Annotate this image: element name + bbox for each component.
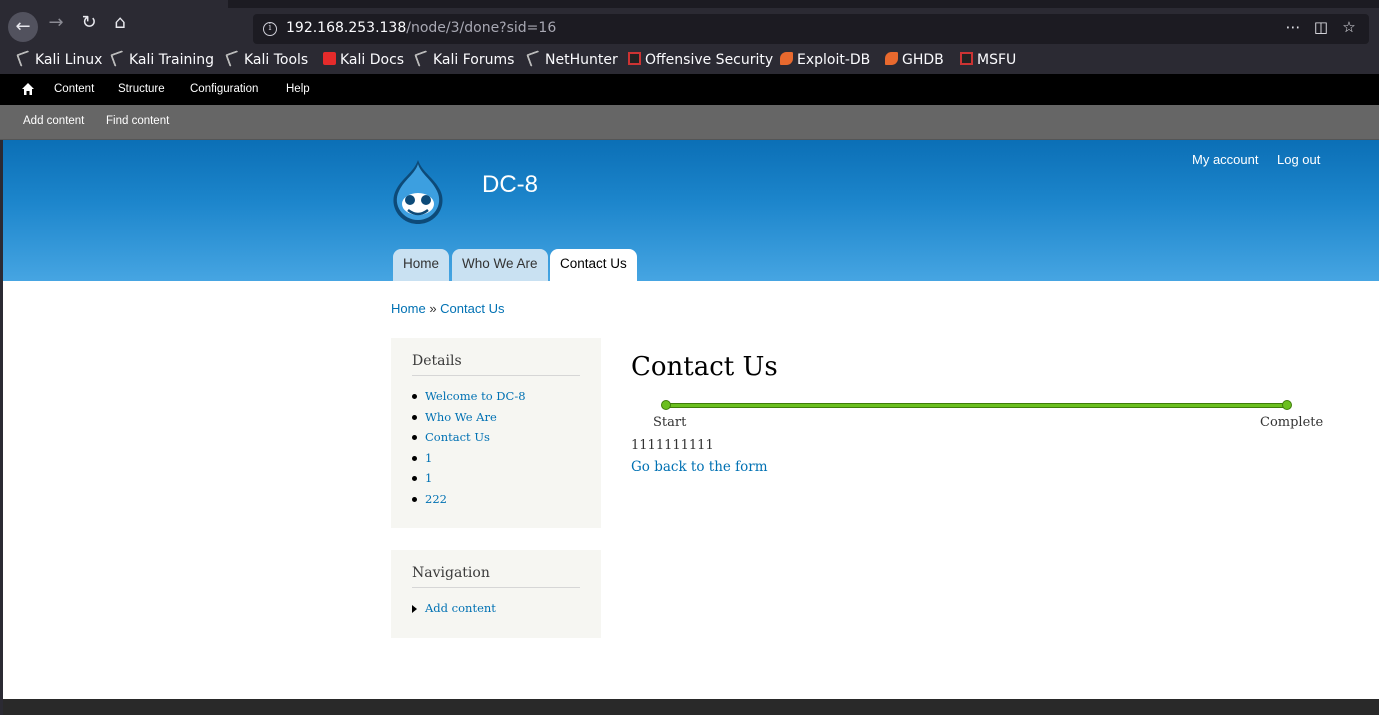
bookmark-msfu[interactable]: MSFU bbox=[960, 52, 1016, 70]
progress-start-dot bbox=[661, 400, 671, 410]
bookmark-ghdb[interactable]: GHDB bbox=[885, 52, 944, 70]
progress-bar bbox=[665, 403, 1289, 408]
tab-contact-us[interactable]: Contact Us bbox=[550, 249, 637, 281]
bookmark-kali-forums[interactable]: Kali Forums bbox=[414, 50, 515, 70]
bookmark-kali-training[interactable]: Kali Training bbox=[110, 50, 214, 70]
list-item[interactable]: 1 bbox=[412, 468, 580, 489]
bookmark-label: Kali Training bbox=[129, 52, 214, 68]
admin-menu-structure[interactable]: Structure bbox=[118, 83, 165, 95]
browser-toolbar: ← → ↻ ⌂ i 192.168.253.138/node/3/done?si… bbox=[0, 0, 1379, 46]
bookmark-exploit-db[interactable]: Exploit-DB bbox=[780, 52, 870, 70]
pocket-icon[interactable]: ◫ bbox=[1307, 18, 1335, 36]
list-item[interactable]: Who We Are bbox=[412, 407, 580, 428]
list-item[interactable]: Welcome to DC-8 bbox=[412, 386, 580, 407]
list-item[interactable]: Contact Us bbox=[412, 427, 580, 448]
nav-item-add-content[interactable]: Add content bbox=[412, 598, 580, 619]
list-item[interactable]: 1 bbox=[412, 448, 580, 469]
tab-who-we-are[interactable]: Who We Are bbox=[452, 249, 548, 281]
navigation-list: Add content bbox=[412, 598, 580, 619]
back-arrow-icon[interactable]: ← bbox=[8, 12, 38, 42]
breadcrumb-home[interactable]: Home bbox=[391, 301, 426, 316]
bookmark-label: Kali Tools bbox=[244, 52, 309, 68]
bookmarks-bar: Kali Linux Kali Training Kali Tools Kali… bbox=[0, 46, 1379, 74]
exploit-db-icon bbox=[780, 52, 793, 65]
bookmark-label: Exploit-DB bbox=[797, 52, 871, 68]
page-title: Contact Us bbox=[631, 352, 778, 382]
submission-text: 1111111111 bbox=[631, 438, 714, 453]
bookmark-label: MSFU bbox=[977, 52, 1017, 68]
site-name[interactable]: DC-8 bbox=[482, 171, 538, 199]
list-item[interactable]: 222 bbox=[412, 489, 580, 510]
navigation-block: Navigation Add content bbox=[391, 550, 601, 638]
bookmark-label: Kali Docs bbox=[340, 52, 405, 68]
bookmark-label: Kali Linux bbox=[35, 52, 103, 68]
admin-toolbar: Content Structure Configuration Help bbox=[0, 74, 1379, 105]
tab-home[interactable]: Home bbox=[393, 249, 450, 281]
admin-menu-configuration[interactable]: Configuration bbox=[190, 83, 258, 95]
kali-dragon-icon bbox=[225, 50, 242, 67]
nethunter-icon bbox=[526, 50, 543, 67]
home-icon[interactable]: ⌂ bbox=[107, 10, 133, 36]
site-header: DC-8 My account Log out Home Who We Are … bbox=[3, 140, 1379, 281]
details-block: Details Welcome to DC-8 Who We Are Conta… bbox=[391, 338, 601, 528]
offsec-icon bbox=[628, 52, 641, 65]
kali-docs-icon bbox=[323, 52, 336, 65]
bookmark-offensive-security[interactable]: Offensive Security bbox=[628, 52, 773, 70]
url-text[interactable]: 192.168.253.138/node/3/done?sid=16 bbox=[286, 20, 556, 36]
star-icon[interactable]: ☆ bbox=[1335, 18, 1363, 36]
msfu-icon bbox=[960, 52, 973, 65]
my-account-link[interactable]: My account bbox=[1192, 152, 1258, 167]
kali-dragon-icon bbox=[414, 50, 431, 67]
drupal-logo-icon[interactable] bbox=[388, 158, 448, 226]
kali-dragon-icon bbox=[110, 50, 127, 67]
bookmark-kali-linux[interactable]: Kali Linux bbox=[16, 50, 103, 70]
admin-menu-content[interactable]: Content bbox=[54, 83, 94, 95]
breadcrumb-separator: » bbox=[429, 301, 437, 316]
progress-end-dot bbox=[1282, 400, 1292, 410]
url-bar[interactable]: i 192.168.253.138/node/3/done?sid=16 ⋯ ◫ ☆ bbox=[253, 14, 1369, 44]
breadcrumb-current[interactable]: Contact Us bbox=[440, 301, 504, 316]
details-list: Welcome to DC-8 Who We Are Contact Us 1 … bbox=[412, 386, 580, 510]
kali-dragon-icon bbox=[16, 50, 33, 67]
shortcut-add-content[interactable]: Add content bbox=[23, 115, 84, 127]
bookmark-label: GHDB bbox=[902, 52, 944, 68]
shortcut-find-content[interactable]: Find content bbox=[106, 115, 169, 127]
details-block-title: Details bbox=[412, 353, 580, 376]
home-icon[interactable] bbox=[21, 82, 35, 96]
breadcrumb: Home » Contact Us bbox=[391, 301, 504, 316]
bookmark-label: NetHunter bbox=[545, 52, 618, 68]
tab-strip bbox=[228, 0, 1379, 8]
more-icon[interactable]: ⋯ bbox=[1279, 18, 1307, 36]
navigation-block-title: Navigation bbox=[412, 565, 580, 588]
bookmark-label: Offensive Security bbox=[645, 52, 774, 68]
bookmark-nethunter[interactable]: NetHunter bbox=[526, 50, 618, 70]
url-actions: ⋯ ◫ ☆ bbox=[1279, 18, 1363, 36]
log-out-link[interactable]: Log out bbox=[1277, 152, 1320, 167]
footer-bar bbox=[3, 699, 1379, 715]
forward-arrow-icon[interactable]: → bbox=[43, 10, 69, 36]
url-host: 192.168.253.138 bbox=[286, 20, 407, 36]
url-path: /node/3/done?sid=16 bbox=[406, 20, 557, 36]
back-to-form-link[interactable]: Go back to the form bbox=[631, 459, 768, 475]
admin-menu-help[interactable]: Help bbox=[286, 83, 310, 95]
bookmark-kali-tools[interactable]: Kali Tools bbox=[225, 50, 309, 70]
bookmark-label: Kali Forums bbox=[433, 52, 515, 68]
info-icon[interactable]: i bbox=[263, 22, 277, 36]
progress-end-label: Complete bbox=[1260, 415, 1324, 430]
ghdb-icon bbox=[885, 52, 898, 65]
bookmark-kali-docs[interactable]: Kali Docs bbox=[323, 52, 404, 70]
progress-start-label: Start bbox=[653, 415, 687, 430]
reload-icon[interactable]: ↻ bbox=[76, 10, 102, 36]
shortcut-bar: Add content Find content bbox=[0, 105, 1379, 140]
